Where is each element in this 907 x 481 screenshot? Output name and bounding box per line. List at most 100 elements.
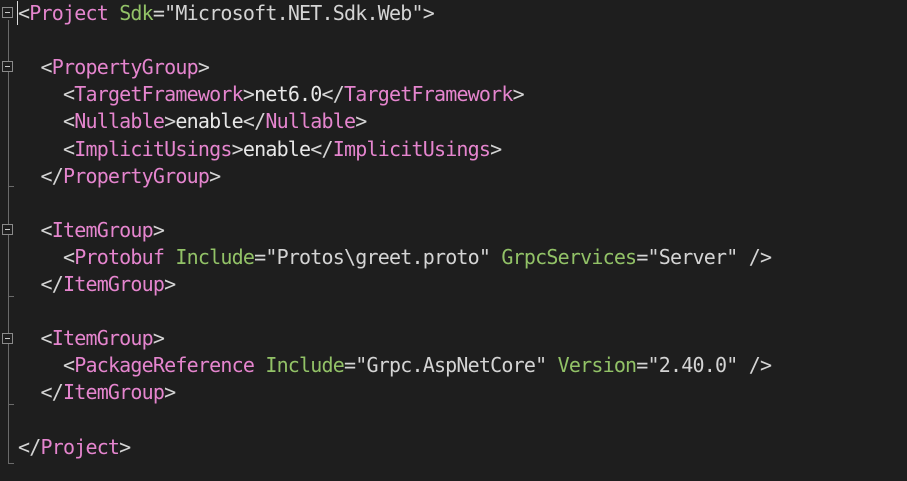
token-punct: ="Grpc.AspNetCore"	[344, 353, 558, 378]
token-tag: Project	[29, 1, 108, 25]
fold-end-project	[8, 463, 14, 464]
token-attr: Sdk	[119, 1, 154, 25]
token-tag: TargetFramework	[344, 82, 513, 107]
token-punct: >	[164, 272, 176, 296]
token-text: net6.0	[254, 82, 322, 107]
token-tag: ItemGroup	[62, 380, 165, 405]
fold-guide-itemgroup-2	[8, 345, 9, 393]
code-line[interactable]: <Protobuf Include="Protos\greet.proto" G…	[18, 244, 772, 271]
token-punct: </	[321, 82, 345, 107]
code-line[interactable]: <Project Sdk="Microsoft.NET.Sdk.Web">	[18, 0, 435, 27]
token-punct: </	[40, 272, 63, 296]
token-punct: </	[242, 109, 266, 134]
code-editor[interactable]: <Project Sdk="Microsoft.NET.Sdk.Web"> <P…	[0, 0, 907, 481]
token-punct: >	[152, 326, 165, 351]
code-lines[interactable]: <Project Sdk="Microsoft.NET.Sdk.Web"> <P…	[18, 0, 907, 481]
code-line[interactable]: </PropertyGroup>	[18, 163, 221, 190]
token-punct: <	[62, 109, 75, 134]
token-text: enable	[175, 109, 243, 134]
token-punct: </	[40, 380, 63, 405]
collapse-propertygroup-icon[interactable]	[2, 61, 13, 72]
fold-end-propertygroup	[8, 186, 14, 187]
token-punct: >	[119, 434, 131, 459]
code-line[interactable]: </ItemGroup>	[18, 379, 176, 406]
token-punct: <	[62, 136, 75, 161]
token-tag: Nullable	[74, 109, 165, 134]
token-punct: </	[40, 163, 63, 188]
collapse-itemgroup-1-icon[interactable]	[2, 224, 13, 235]
token-punct: ="Protos\greet.proto"	[254, 244, 502, 269]
token-tag: ItemGroup	[51, 326, 154, 351]
code-line[interactable]: <PropertyGroup>	[18, 54, 209, 81]
token-attr: Version	[557, 353, 637, 378]
collapse-itemgroup-2-icon[interactable]	[2, 333, 13, 344]
token-tag: Protobuf	[74, 244, 165, 269]
token-punct: >	[197, 55, 210, 80]
fold-guide-itemgroup-1	[8, 236, 9, 284]
token-tag: Nullable	[265, 109, 356, 134]
token-punct: <	[62, 353, 75, 378]
code-line[interactable]: <TargetFramework>net6.0</TargetFramework…	[18, 81, 525, 108]
code-line[interactable]: <ItemGroup>	[18, 217, 164, 244]
token-text: enable	[242, 136, 311, 161]
token-punct: >	[512, 82, 525, 107]
token-attr: Include	[265, 353, 345, 378]
code-line[interactable]: <ItemGroup>	[18, 325, 164, 352]
token-tag: ItemGroup	[62, 272, 165, 296]
token-attr: Include	[175, 244, 255, 269]
token-punct: >	[152, 217, 165, 242]
token-tag: ImplicitUsings	[74, 136, 232, 161]
token-punct: <	[62, 244, 75, 269]
code-line[interactable]: <ImplicitUsings>enable</ImplicitUsings>	[18, 136, 502, 163]
token-punct: >	[209, 163, 221, 188]
token-punct: >	[490, 136, 502, 161]
token-punct: ="Server" />	[636, 244, 772, 269]
token-punct: <	[40, 326, 52, 351]
token-tag: PropertyGroup	[51, 55, 199, 80]
token-punct: >	[242, 82, 255, 107]
token-punct: <	[62, 82, 75, 107]
code-line[interactable]: </Project>	[18, 434, 131, 461]
token-tag: Project	[40, 434, 120, 459]
token-punct: >	[164, 109, 176, 134]
code-line[interactable]: </ItemGroup>	[18, 271, 176, 298]
token-punct: <	[40, 55, 52, 80]
token-punct: <	[40, 217, 52, 242]
token-tag: PackageReference	[74, 353, 255, 378]
fold-guide-propertygroup	[8, 73, 9, 175]
token-tag: PropertyGroup	[62, 163, 210, 188]
code-line[interactable]: <PackageReference Include="Grpc.AspNetCo…	[18, 352, 772, 379]
token-punct: <	[18, 1, 30, 25]
collapse-project-icon[interactable]	[2, 7, 13, 18]
fold-gutter	[0, 0, 18, 481]
token-punct: >	[164, 380, 176, 405]
token-tag: ImplicitUsings	[332, 136, 491, 161]
token-punct: </	[310, 136, 333, 161]
token-punct: </	[18, 434, 41, 459]
token-punct: ="2.40.0" />	[636, 353, 772, 378]
token-punct: ="Microsoft.NET.Sdk.Web">	[152, 1, 435, 25]
token-tag: ItemGroup	[51, 217, 154, 242]
token-punct: >	[355, 109, 367, 134]
code-line[interactable]: <Nullable>enable</Nullable>	[18, 108, 367, 135]
token-tag: TargetFramework	[74, 82, 243, 107]
fold-end-itemgroup-1	[8, 296, 14, 297]
text-caret	[17, 1, 18, 25]
fold-end-itemgroup-2	[8, 404, 14, 405]
token-punct: >	[231, 136, 244, 161]
token-attr: GrpcServices	[501, 244, 637, 269]
